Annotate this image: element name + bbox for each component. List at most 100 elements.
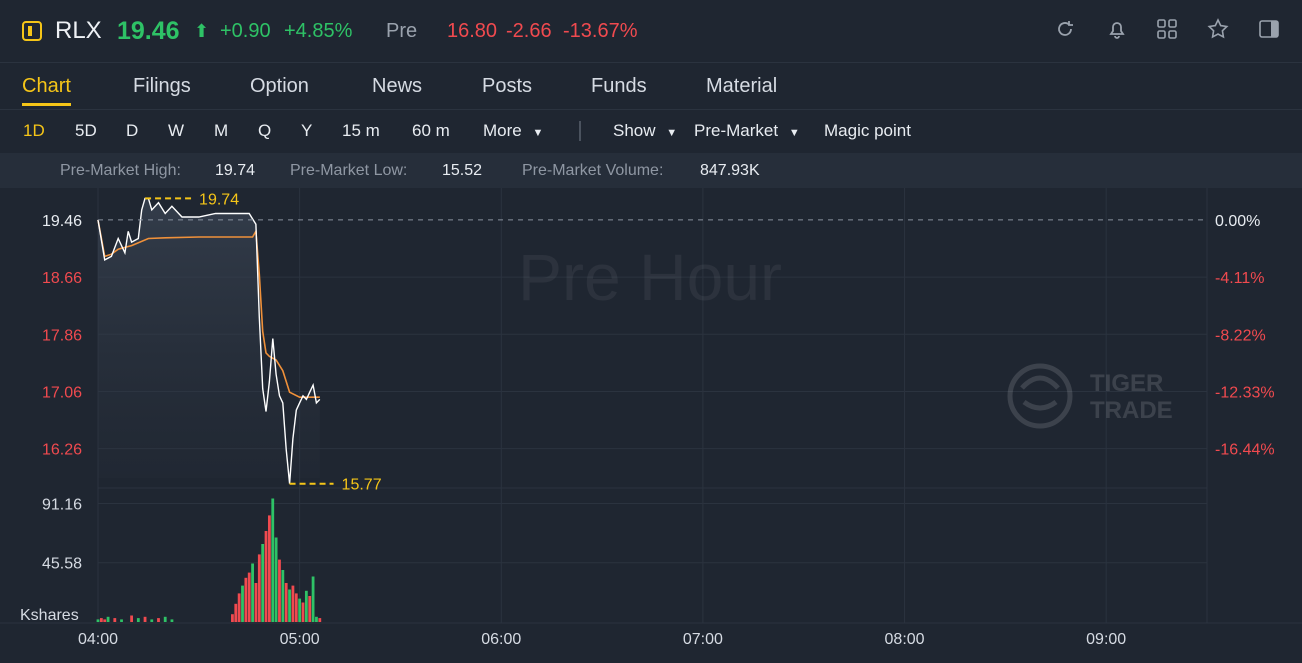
volume-bar (257, 554, 261, 622)
tab-funds[interactable]: Funds (591, 63, 647, 109)
volume-bar (130, 615, 134, 622)
market-status-icon (22, 21, 42, 41)
volume-bar (254, 583, 258, 622)
volume-bar (244, 577, 248, 622)
last-price: 19.46 (117, 17, 180, 45)
volume-bar (267, 515, 271, 622)
time-tick-label: 09:00 (1086, 631, 1126, 648)
star-icon[interactable] (1207, 18, 1233, 44)
volume-bar (237, 593, 241, 622)
volume-tick-label: 91.16 (42, 496, 82, 513)
main-tabs: Chart Filings Option News Posts Funds Ma… (0, 62, 1302, 110)
volume-bar (281, 570, 285, 622)
refresh-icon[interactable] (1054, 18, 1080, 44)
volume-bar (143, 616, 147, 622)
period-quarter[interactable]: Q (258, 109, 271, 153)
premarket-change-percent: -13.67% (563, 20, 638, 42)
ticker-symbol: RLX (55, 17, 102, 44)
pre-hour-watermark: Pre Hour (518, 240, 782, 314)
volume-bar (157, 618, 160, 622)
tab-option[interactable]: Option (250, 63, 309, 109)
volume-bar (120, 619, 123, 622)
volume-bar (278, 559, 281, 622)
time-tick-label: 06:00 (481, 631, 521, 648)
volume-unit-label: Kshares (20, 607, 79, 624)
period-year[interactable]: Y (301, 109, 312, 153)
tab-material[interactable]: Material (706, 63, 777, 109)
premarket-change: -2.66 (506, 20, 552, 42)
volume-bar (136, 618, 140, 622)
time-tick-label: 08:00 (885, 631, 925, 648)
tab-filings[interactable]: Filings (133, 63, 191, 109)
tab-posts[interactable]: Posts (482, 63, 532, 109)
volume-bar (234, 603, 238, 622)
volume-bar (304, 590, 308, 622)
session-label: Pre (386, 20, 418, 42)
period-5d[interactable]: 5D (75, 109, 97, 153)
premarket-price: 16.80 (447, 20, 498, 42)
time-tick-label: 04:00 (78, 631, 118, 648)
premarket-label: Pre-Market (694, 121, 779, 140)
period-month[interactable]: M (214, 109, 228, 153)
max-marker-label: 19.74 (199, 191, 239, 208)
volume-tick-label: 45.58 (42, 556, 82, 573)
show-dropdown[interactable]: Show ▼ (613, 109, 677, 153)
premarket-volume-value: 847.93K (700, 162, 760, 179)
price-tick-label: 19.46 (42, 213, 82, 230)
price-change: +0.90 (220, 20, 271, 42)
volume-bar (318, 618, 322, 622)
premarket-dropdown[interactable]: Pre-Market ▼ (694, 109, 800, 153)
tab-chart[interactable]: Chart (22, 63, 71, 109)
tab-news[interactable]: News (372, 63, 422, 109)
volume-bar (241, 585, 244, 622)
show-label: Show (613, 121, 656, 140)
percent-tick-label: -12.33% (1215, 384, 1275, 401)
volume-bar (96, 619, 100, 622)
percent-tick-label: -4.11% (1215, 270, 1265, 287)
watermark-line-2: TRADE (1090, 397, 1173, 424)
volume-bar (271, 498, 275, 622)
volume-bar (288, 589, 291, 622)
premarket-high-label: Pre-Market High: (60, 162, 181, 179)
caret-down-icon: ▼ (666, 127, 678, 139)
volume-bar (311, 576, 315, 622)
period-15m[interactable]: 15 m (342, 109, 380, 153)
volume-bar (315, 616, 318, 622)
magic-point-button[interactable]: Magic point (824, 109, 911, 153)
grid-icon[interactable] (1156, 18, 1182, 44)
volume-bar (291, 585, 295, 622)
percent-tick-label: -8.22% (1215, 327, 1266, 344)
volume-bar (274, 537, 278, 622)
price-change-percent: +4.85% (284, 20, 353, 42)
up-arrow-icon: ⬆ (194, 21, 210, 41)
volume-bar (106, 616, 110, 622)
premarket-high-value: 19.74 (215, 162, 256, 179)
period-day[interactable]: D (126, 109, 138, 153)
volume-bar (247, 572, 251, 622)
volume-bar (99, 618, 103, 622)
min-marker-label: 15.77 (342, 477, 382, 494)
time-tick-label: 05:00 (280, 631, 320, 648)
volume-bar (308, 596, 312, 622)
period-60m[interactable]: 60 m (412, 109, 450, 153)
tiger-trade-watermark: TIGER TRADE (1007, 363, 1173, 429)
quote-header: RLX 19.46 ⬆ +0.90 +4.85% Pre 16.80 -2.66… (0, 0, 1302, 62)
price-tick-label: 17.06 (42, 384, 82, 401)
percent-tick-label: -16.44% (1215, 442, 1275, 459)
volume-bar (113, 618, 117, 622)
intraday-chart[interactable]: Pre Hour TIGER TRADE 19.74 15.77 19.46 0.0… (0, 188, 1302, 663)
caret-down-icon: ▼ (532, 127, 544, 139)
volume-bar (264, 531, 268, 622)
volume-bar (170, 619, 174, 622)
percent-tick-label: 0.00% (1215, 213, 1260, 230)
volume-bar (163, 616, 167, 622)
period-1d[interactable]: 1D (23, 109, 45, 153)
caret-down-icon: ▼ (788, 127, 800, 139)
more-label: More (483, 121, 522, 140)
bell-icon[interactable] (1106, 18, 1132, 44)
period-week[interactable]: W (168, 109, 184, 153)
more-dropdown[interactable]: More ▼ (483, 109, 543, 153)
premarket-volume-label: Pre-Market Volume: (522, 162, 664, 179)
panel-toggle-icon[interactable] (1258, 18, 1284, 44)
volume-bar (103, 619, 107, 622)
